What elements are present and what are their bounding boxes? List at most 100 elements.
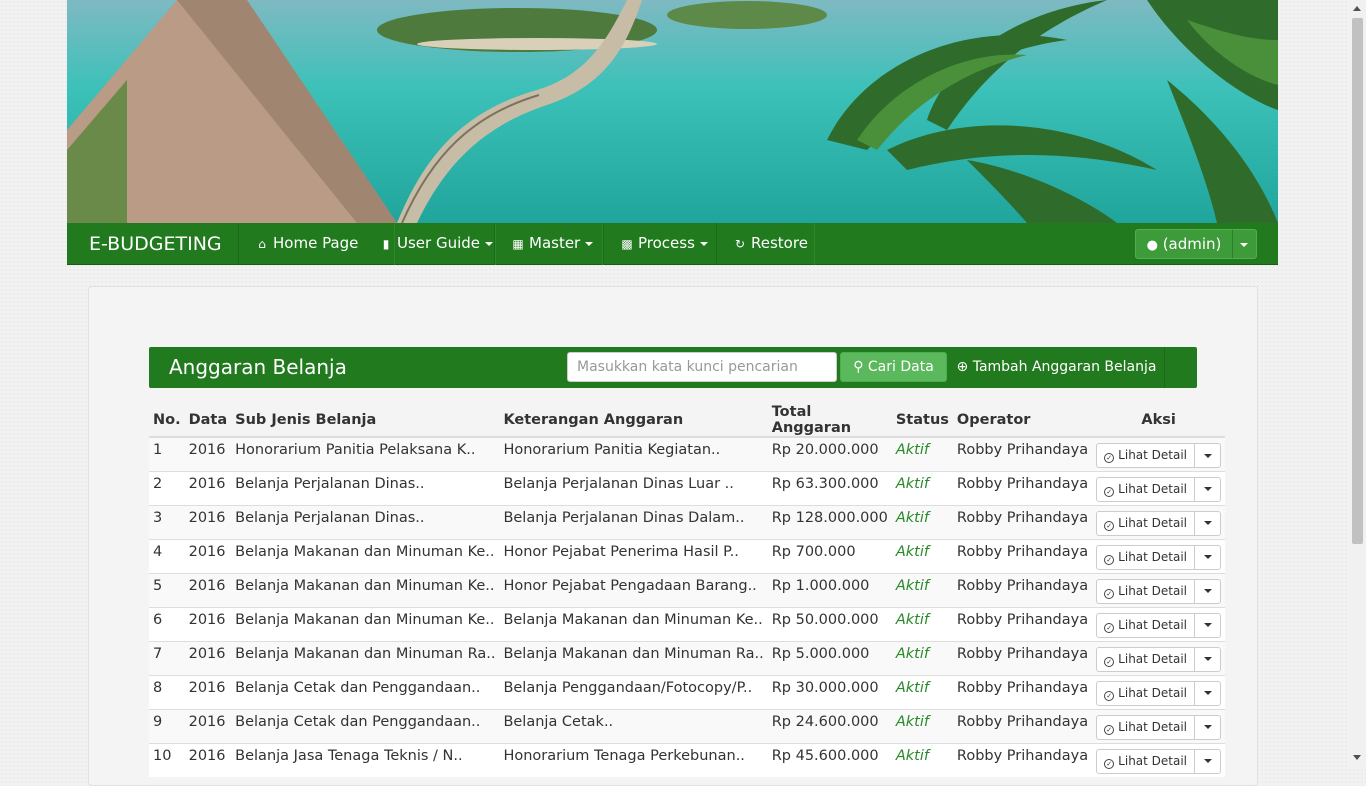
row-description: Honor Pejabat Pengadaan Barang.. (499, 572, 768, 607)
search-icon: ⚲ (853, 359, 864, 375)
user-icon: ● (1146, 238, 1158, 253)
scroll-down-arrow-icon[interactable] (1353, 755, 1361, 760)
row-sub-type: Belanja Cetak dan Penggandaan.. (231, 708, 500, 743)
user-label: (admin) (1162, 235, 1222, 253)
column-header[interactable]: Operator (952, 404, 1093, 438)
detail-dropdown-toggle[interactable] (1195, 512, 1220, 535)
row-sub-type: Belanja Cetak dan Penggandaan.. (231, 674, 500, 709)
search-input[interactable] (567, 352, 837, 382)
row-number: 6 (149, 606, 185, 641)
view-detail-button[interactable]: ✓ Lihat Detail (1097, 545, 1196, 569)
row-sub-type: Belanja Perjalanan Dinas.. (231, 470, 500, 505)
column-header[interactable]: Status (891, 404, 953, 438)
row-description: Honorarium Tenaga Perkebunan.. (499, 742, 768, 777)
row-sub-type: Honorarium Panitia Pelaksana K.. (231, 436, 500, 471)
panel-header: Anggaran Belanja ⚲ Cari Data ⊕ Tambah An… (149, 347, 1197, 388)
table-row: 1 2016 Honorarium Panitia Pelaksana K.. Hon… (149, 436, 1226, 471)
check-circle-icon: ✓ (1104, 453, 1115, 463)
nav-item-label: Restore (751, 234, 808, 252)
view-detail-button[interactable]: ✓ Lihat Detail (1097, 511, 1196, 535)
brand-logo[interactable]: E-BUDGETING (89, 223, 222, 265)
nav-item-user-guide[interactable]: ▮ User Guide (363, 223, 496, 265)
detail-button-group: ✓ Lihat Detail (1096, 578, 1222, 604)
view-detail-button[interactable]: ✓ Lihat Detail (1097, 681, 1196, 705)
view-detail-button[interactable]: ✓ Lihat Detail (1097, 613, 1196, 637)
view-detail-button[interactable]: ✓ Lihat Detail (1097, 715, 1196, 739)
chevron-down-icon (1203, 589, 1212, 593)
table-header-row: No. Data Sub Jenis Belanja Keterangan An… (149, 404, 1226, 438)
table-row: 8 2016 Belanja Cetak dan Penggandaan.. Bela… (149, 674, 1226, 709)
chevron-down-icon (1203, 487, 1212, 491)
view-detail-label: Lihat Detail (1118, 651, 1188, 666)
main-navbar: E-BUDGETING ⌂ Home Page ▮ User Guide ▦ Mast… (67, 223, 1278, 265)
column-header[interactable]: Data (184, 404, 232, 438)
column-header[interactable]: No. (149, 404, 185, 438)
view-detail-label: Lihat Detail (1118, 685, 1188, 700)
detail-button-group: ✓ Lihat Detail (1096, 714, 1222, 740)
row-sub-type: Belanja Makanan dan Minuman Ke.. (231, 538, 500, 573)
row-description: Belanja Penggandaan/Fotocopy/P.. (499, 674, 768, 709)
column-header[interactable]: Keterangan Anggaran (499, 404, 768, 438)
check-circle-icon: ✓ (1104, 554, 1115, 565)
row-sub-type: Belanja Makanan dan Minuman Ke.. (231, 572, 500, 607)
view-detail-button[interactable]: ✓ Lihat Detail (1097, 647, 1196, 671)
row-sub-type: Belanja Makanan dan Minuman Ke.. (231, 606, 500, 641)
nav-item-label: Home Page (273, 234, 359, 252)
status-badge: Aktif (891, 436, 953, 471)
detail-dropdown-toggle[interactable] (1195, 478, 1220, 501)
page-scrollbar[interactable] (1349, 0, 1366, 768)
detail-dropdown-toggle[interactable] (1195, 648, 1220, 671)
view-detail-button[interactable]: ✓ Lihat Detail (1097, 579, 1196, 603)
table-body: 1 2016 Honorarium Panitia Pelaksana K.. Hon… (149, 436, 1226, 777)
view-detail-button[interactable]: ✓ Lihat Detail (1097, 749, 1196, 773)
banner-image (67, 0, 1278, 223)
detail-dropdown-toggle[interactable] (1195, 546, 1220, 569)
detail-dropdown-toggle[interactable] (1195, 614, 1220, 637)
refresh-icon: ↻ (734, 237, 746, 251)
add-budget-button[interactable]: ⊕ Tambah Anggaran Belanja (949, 347, 1165, 388)
status-badge: Aktif (891, 708, 953, 743)
row-sub-type: Belanja Perjalanan Dinas.. (231, 504, 500, 539)
detail-button-group: ✓ Lihat Detail (1096, 680, 1222, 706)
column-header[interactable]: Sub Jenis Belanja (231, 404, 500, 438)
row-number: 7 (149, 640, 185, 675)
detail-dropdown-toggle[interactable] (1195, 750, 1220, 773)
row-year: 2016 (184, 708, 232, 743)
scrollbar-thumb[interactable] (1352, 18, 1363, 544)
row-total: Rp 63.300.000 (767, 470, 892, 505)
row-operator: Robby Prihandaya (952, 504, 1093, 539)
row-number: 1 (149, 436, 185, 471)
detail-dropdown-toggle[interactable] (1195, 716, 1220, 739)
check-circle-icon: ✓ (1104, 486, 1115, 497)
view-detail-button[interactable]: ✓ Lihat Detail (1097, 477, 1196, 501)
budget-table: No. Data Sub Jenis Belanja Keterangan An… (149, 404, 1226, 777)
search-button[interactable]: ⚲ Cari Data (840, 352, 947, 382)
plus-circle-icon: ⊕ (956, 359, 969, 375)
detail-button-group: ✓ Lihat Detail (1096, 748, 1222, 774)
row-operator: Robby Prihandaya (952, 708, 1093, 743)
column-header[interactable]: Total Anggaran (767, 404, 892, 438)
detail-dropdown-toggle[interactable] (1195, 444, 1220, 467)
header-banner (67, 0, 1278, 223)
row-description: Honorarium Panitia Kegiatan.. (499, 436, 768, 471)
nav-item-master[interactable]: ▦ Master (494, 223, 603, 265)
user-menu-button[interactable]: ● (admin) (1135, 229, 1257, 259)
detail-dropdown-toggle[interactable] (1195, 580, 1220, 603)
nav-item-restore[interactable]: ↻ Restore (716, 223, 815, 265)
row-year: 2016 (184, 504, 232, 539)
detail-button-group: ✓ Lihat Detail (1096, 476, 1222, 502)
view-detail-button[interactable]: ✓ Lihat Detail (1097, 444, 1196, 467)
detail-dropdown-toggle[interactable] (1195, 682, 1220, 705)
status-badge: Aktif (891, 572, 953, 607)
nav-item-process[interactable]: ▩ Process (603, 223, 717, 265)
user-dropdown-toggle[interactable] (1232, 230, 1256, 258)
row-year: 2016 (184, 572, 232, 607)
nav-item-label: User Guide (397, 234, 481, 252)
user-button[interactable]: ● (admin) (1136, 230, 1233, 258)
check-circle-icon: ✓ (1104, 656, 1115, 667)
check-circle-icon: ✓ (1104, 690, 1115, 701)
row-actions: ✓ Lihat Detail (1092, 470, 1226, 505)
table-row: 3 2016 Belanja Perjalanan Dinas.. Belanja P… (149, 504, 1226, 539)
column-header[interactable]: Aksi (1092, 404, 1226, 438)
scroll-up-arrow-icon[interactable] (1353, 6, 1361, 11)
